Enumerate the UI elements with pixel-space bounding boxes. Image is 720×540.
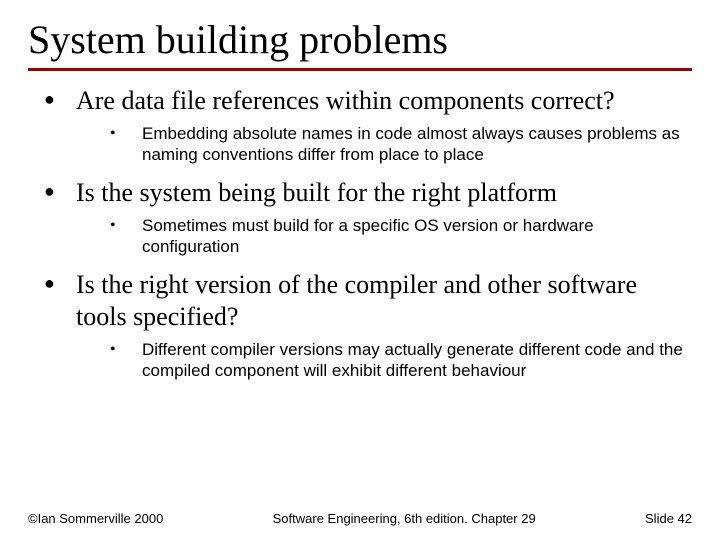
footer-slide-number: Slide 42 <box>645 511 692 526</box>
bullet-icon: ● <box>40 269 76 332</box>
slide-content: ● Are data file references within compon… <box>28 85 692 381</box>
sub-bullet-item: • Embedding absolute names in code almos… <box>110 123 692 166</box>
sub-bullet-icon: • <box>110 123 142 166</box>
footer-chapter: Software Engineering, 6th edition. Chapt… <box>163 511 645 526</box>
sub-bullet-item: • Sometimes must build for a specific OS… <box>110 215 692 258</box>
title-underline <box>28 68 692 71</box>
slide-footer: ©Ian Sommerville 2000 Software Engineeri… <box>0 511 720 526</box>
slide: System building problems ● Are data file… <box>0 0 720 381</box>
bullet-item: ● Is the system being built for the righ… <box>40 177 692 209</box>
sub-bullet-text: Different compiler versions may actually… <box>142 339 692 382</box>
sub-bullet-item: • Different compiler versions may actual… <box>110 339 692 382</box>
sub-bullet-text: Embedding absolute names in code almost … <box>142 123 692 166</box>
sub-bullet-icon: • <box>110 215 142 258</box>
bullet-item: ● Are data file references within compon… <box>40 85 692 117</box>
bullet-text: Is the system being built for the right … <box>76 177 692 209</box>
sub-bullet-text: Sometimes must build for a specific OS v… <box>142 215 692 258</box>
bullet-text: Is the right version of the compiler and… <box>76 269 692 332</box>
footer-copyright: ©Ian Sommerville 2000 <box>28 511 163 526</box>
bullet-icon: ● <box>40 85 76 117</box>
sub-bullet-icon: • <box>110 339 142 382</box>
bullet-text: Are data file references within componen… <box>76 85 692 117</box>
bullet-item: ● Is the right version of the compiler a… <box>40 269 692 332</box>
slide-title: System building problems <box>28 18 692 62</box>
bullet-icon: ● <box>40 177 76 209</box>
